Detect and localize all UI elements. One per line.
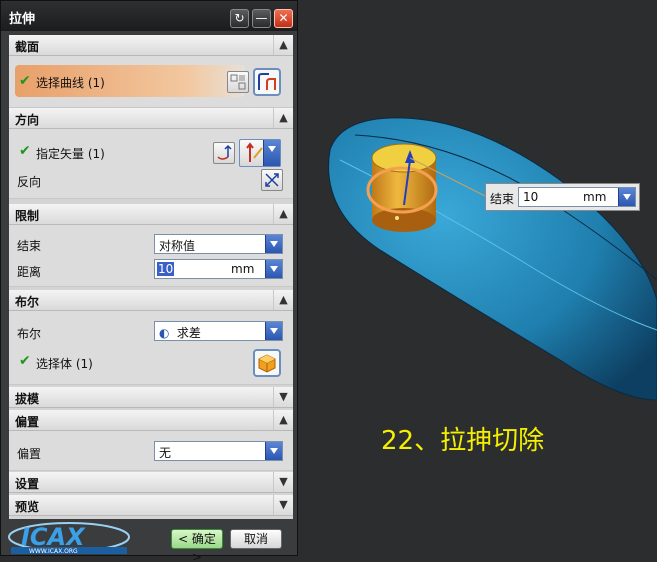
distance-input[interactable]: 10 mm (154, 259, 283, 279)
graphics-viewport[interactable] (300, 0, 657, 562)
handle-value[interactable]: 10 (523, 190, 538, 204)
chevron-down-icon[interactable] (265, 322, 282, 340)
boolean-dropdown[interactable]: ◐ 求差 (154, 321, 283, 341)
section-header-boolean[interactable]: 布尔 ▲ (9, 290, 293, 311)
logo-url: WWW.ICAX.ORG (29, 548, 78, 555)
subtract-icon: ◐ (159, 326, 170, 340)
dialog-title: 拉伸 (9, 12, 36, 27)
step-caption: 22、拉抻切除 (381, 426, 545, 456)
logo-text: ICAX (21, 523, 86, 551)
section-header-preview[interactable]: 预览 ▼ (9, 495, 293, 516)
section-body-boolean: 布尔 ◐ 求差 ✔ 选择体 (1) (9, 311, 293, 385)
chevron-up-icon[interactable]: ▲ (273, 108, 293, 128)
boolean-label: 布尔 (17, 327, 42, 341)
sketch-section-icon[interactable] (227, 71, 249, 93)
cancel-button[interactable]: 取消 (230, 529, 282, 549)
chevron-down-icon[interactable]: ▼ (273, 472, 293, 492)
section-body-limits: 结束 对称值 距离 10 mm (9, 225, 293, 287)
end-label: 结束 (17, 239, 42, 253)
checkmark-icon: ✔ (19, 353, 31, 369)
chevron-down-icon[interactable] (265, 260, 282, 278)
handle-label: 结束 (490, 192, 515, 206)
section-header-settings[interactable]: 设置 ▼ (9, 472, 293, 493)
dialog-footer: ICAX WWW.ICAX.ORG < 确定 > 取消 (1, 521, 297, 562)
close-icon[interactable]: ✕ (274, 9, 293, 28)
distance-label: 距离 (17, 265, 42, 279)
section-header-limits[interactable]: 限制 ▲ (9, 204, 293, 225)
section-header-label: 方向 (15, 113, 40, 127)
section-body-section: ✔ 选择曲线 (1) (9, 56, 293, 108)
checkmark-icon: ✔ (19, 143, 31, 159)
section-header-section[interactable]: 截面 ▲ (9, 35, 293, 56)
section-body-direction: ✔ 指定矢量 (1) 反向 (9, 129, 293, 199)
handle-input[interactable]: 10 mm (518, 187, 636, 207)
section-header-label: 限制 (15, 209, 40, 223)
chevron-up-icon[interactable]: ▲ (273, 410, 293, 430)
icax-logo: ICAX WWW.ICAX.ORG (7, 521, 131, 555)
chevron-down-icon[interactable]: ▼ (273, 387, 293, 407)
select-curve-label: 选择曲线 (1) (36, 76, 105, 90)
distance-unit: mm (231, 262, 255, 276)
boolean-dropdown-value: 求差 (176, 326, 201, 340)
curve-select-icon[interactable] (253, 68, 281, 96)
vector-dialog-icon[interactable] (213, 142, 235, 164)
offset-dropdown-value: 无 (159, 446, 172, 460)
specify-vector-label: 指定矢量 (1) (36, 147, 105, 161)
reverse-direction-icon[interactable] (261, 169, 283, 191)
section-header-label: 截面 (15, 40, 40, 54)
ok-button[interactable]: < 确定 > (171, 529, 223, 562)
chevron-down-icon[interactable] (618, 188, 635, 206)
chevron-up-icon[interactable]: ▲ (273, 290, 293, 310)
checkmark-icon: ✔ (19, 73, 31, 89)
reset-icon[interactable]: ↻ (230, 9, 249, 28)
chevron-down-icon[interactable] (263, 140, 280, 166)
handle-unit: mm (583, 190, 607, 204)
body-select-icon[interactable] (253, 349, 281, 377)
section-header-label: 布尔 (15, 295, 40, 309)
chevron-down-icon[interactable] (265, 442, 282, 460)
dialog-titlebar[interactable]: 拉伸 ↻ — ✕ (1, 1, 297, 31)
inferred-vector-dropdown[interactable] (239, 139, 281, 167)
chevron-up-icon[interactable]: ▲ (273, 35, 293, 55)
section-header-draft[interactable]: 拔模 ▼ (9, 387, 293, 408)
section-header-label: 拔模 (15, 392, 40, 406)
offset-dropdown[interactable]: 无 (154, 441, 283, 461)
section-header-direction[interactable]: 方向 ▲ (9, 108, 293, 129)
section-body-offset: 偏置 无 (9, 431, 293, 471)
section-header-label: 设置 (15, 477, 40, 491)
origin-point (395, 216, 399, 220)
select-body-label: 选择体 (1) (36, 357, 93, 371)
reverse-label: 反向 (17, 175, 42, 189)
end-dropdown-value: 对称值 (159, 239, 196, 253)
end-dropdown[interactable]: 对称值 (154, 234, 283, 254)
extrude-dialog: 拉伸 ↻ — ✕ 截面 ▲ ✔ 选择曲线 (1) 方向 ▲ ✔ 指定矢量 (1)… (0, 0, 298, 562)
chevron-up-icon[interactable]: ▲ (273, 204, 293, 224)
distance-handle-box[interactable]: 结束 10 mm (485, 183, 640, 211)
minimize-icon[interactable]: — (252, 9, 271, 28)
dialog-panel: 截面 ▲ ✔ 选择曲线 (1) 方向 ▲ ✔ 指定矢量 (1) 反向 限制 ▲ … (9, 35, 293, 519)
section-header-label: 预览 (15, 500, 40, 514)
offset-label: 偏置 (17, 447, 42, 461)
chevron-down-icon[interactable] (265, 235, 282, 253)
distance-value[interactable]: 10 (157, 262, 175, 276)
section-header-offset[interactable]: 偏置 ▲ (9, 410, 293, 431)
section-header-label: 偏置 (15, 415, 40, 429)
chevron-down-icon[interactable]: ▼ (273, 495, 293, 515)
